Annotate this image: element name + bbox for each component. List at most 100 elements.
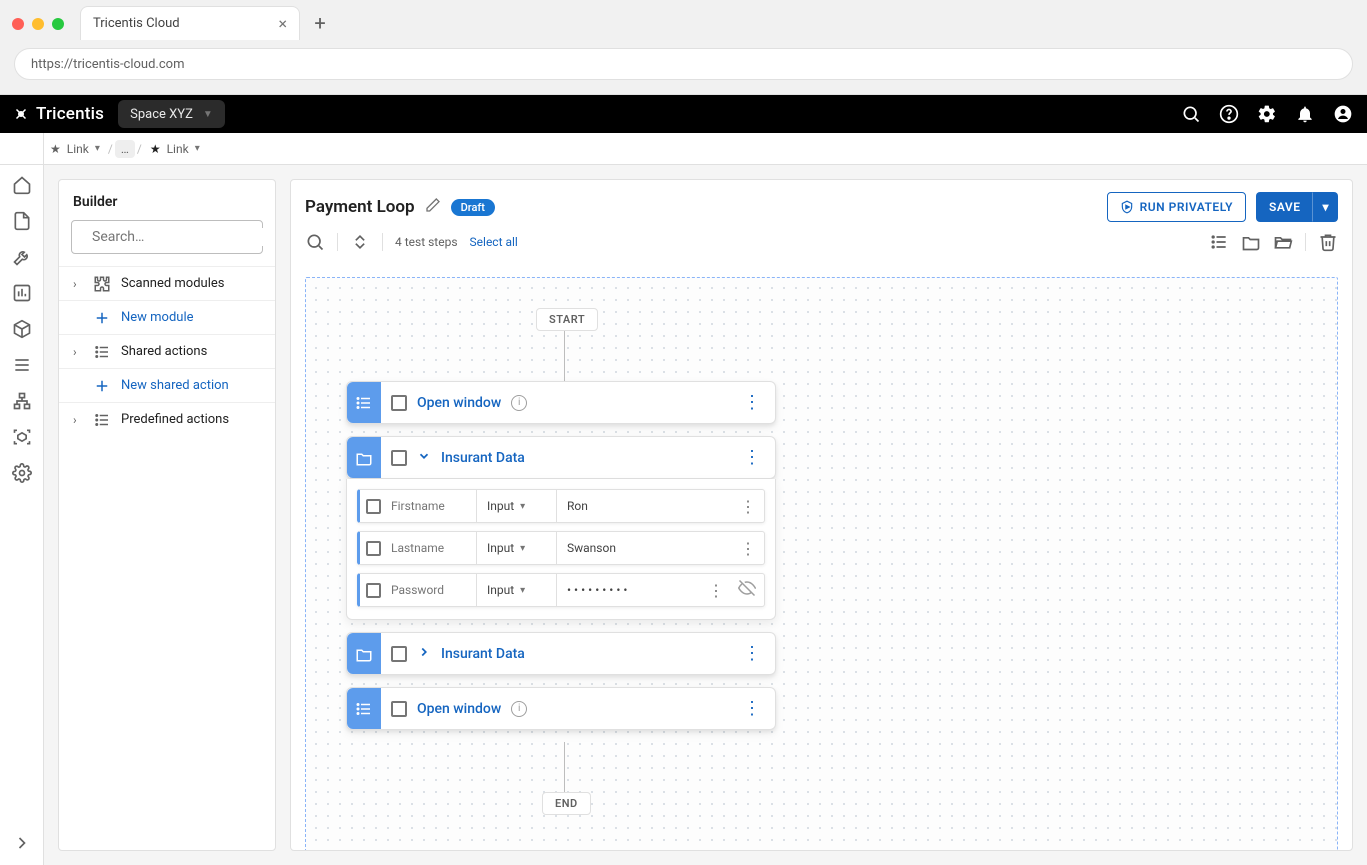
step-field-rows: Firstname Input▾ Ron ⋮ Lastname Input▾ S…	[346, 479, 776, 620]
space-picker-label: Space XYZ	[130, 107, 193, 122]
step-handle-folder-icon[interactable]	[347, 633, 381, 674]
toolbar-steps-icon[interactable]	[1209, 232, 1229, 252]
app-header: Tricentis Space XYZ ▼	[0, 95, 1367, 133]
address-bar[interactable]	[14, 48, 1353, 80]
rail-gear-icon[interactable]	[10, 461, 34, 485]
rail-document-icon[interactable]	[10, 209, 34, 233]
chevron-right-icon: ›	[73, 413, 83, 427]
rail-wrench-icon[interactable]	[10, 245, 34, 269]
info-icon[interactable]: i	[511, 395, 527, 411]
close-tab-icon[interactable]: ×	[278, 14, 287, 33]
brand-text: Tricentis	[36, 104, 104, 124]
minimize-window-dot[interactable]	[32, 18, 44, 30]
step-menu-icon[interactable]: ⋮	[739, 643, 765, 664]
step-checkbox[interactable]	[391, 646, 407, 662]
select-all-link[interactable]: Select all	[470, 235, 518, 249]
step-menu-icon[interactable]: ⋮	[739, 698, 765, 719]
step-label: Open window	[417, 395, 501, 411]
field-checkbox[interactable]	[366, 541, 381, 556]
step-checkbox[interactable]	[391, 701, 407, 717]
step-menu-icon[interactable]: ⋮	[739, 447, 765, 468]
rail-list-icon[interactable]	[10, 353, 34, 377]
builder-search-input[interactable]	[90, 228, 272, 246]
toolbar-delete-icon[interactable]	[1318, 232, 1338, 252]
shield-play-icon	[1120, 200, 1134, 214]
step-handle-icon[interactable]	[347, 382, 381, 423]
breadcrumb-link-1[interactable]: ★ Link ▾	[44, 142, 106, 156]
close-window-dot[interactable]	[12, 18, 24, 30]
browser-tab-active[interactable]: Tricentis Cloud ×	[80, 6, 300, 40]
builder-row-scanned-modules[interactable]: › Scanned modules	[59, 266, 275, 300]
chevron-down-icon: ▾	[195, 143, 200, 154]
flow-end-chip: END	[542, 792, 591, 815]
field-value-masked[interactable]: •••••••••	[567, 583, 698, 597]
rail-cube-icon[interactable]	[10, 317, 34, 341]
step-checkbox[interactable]	[391, 450, 407, 466]
field-value[interactable]: Ron	[567, 499, 730, 513]
field-type-select[interactable]: Input▾	[487, 532, 557, 564]
field-menu-icon[interactable]: ⋮	[740, 539, 756, 558]
field-checkbox[interactable]	[366, 499, 381, 514]
field-value[interactable]: Swanson	[567, 541, 730, 555]
notifications-icon[interactable]	[1293, 102, 1317, 126]
steps-count: 4 test steps	[395, 235, 458, 249]
new-tab-button[interactable]: +	[306, 9, 334, 37]
info-icon[interactable]: i	[511, 701, 527, 717]
save-button[interactable]: SAVE	[1256, 192, 1313, 222]
edit-title-icon[interactable]	[425, 197, 441, 217]
account-icon[interactable]	[1331, 102, 1355, 126]
chevron-down-icon[interactable]	[417, 449, 431, 467]
help-icon[interactable]	[1217, 102, 1241, 126]
space-picker[interactable]: Space XYZ ▼	[118, 100, 225, 128]
toolbar-expand-collapse-icon[interactable]	[350, 232, 370, 252]
toolbar-search-icon[interactable]	[305, 232, 325, 252]
builder-panel: Builder › Scanned modules New module ›	[58, 179, 276, 851]
builder-search[interactable]	[71, 220, 263, 254]
toolbar-folder-open-icon[interactable]	[1273, 232, 1293, 252]
save-caret-button[interactable]: ▾	[1313, 192, 1338, 222]
field-type-select[interactable]: Input▾	[487, 574, 557, 606]
flow-step-open-window-1[interactable]: Open window i ⋮	[346, 381, 776, 424]
chevron-right-icon[interactable]	[417, 645, 431, 663]
maximize-window-dot[interactable]	[52, 18, 64, 30]
step-handle-folder-icon[interactable]	[347, 437, 381, 478]
rail-expand-icon[interactable]	[10, 831, 34, 855]
builder-row-new-module[interactable]: New module	[59, 300, 275, 334]
field-menu-icon[interactable]: ⋮	[740, 497, 756, 516]
builder-row-new-shared-action[interactable]: New shared action	[59, 368, 275, 402]
rail-scan-cube-icon[interactable]	[10, 425, 34, 449]
breadcrumb-ellipsis[interactable]: …	[115, 140, 135, 158]
visibility-off-icon[interactable]	[738, 579, 756, 601]
field-checkbox[interactable]	[366, 583, 381, 598]
builder-row-shared-actions[interactable]: › Shared actions	[59, 334, 275, 368]
flow-step-insurant-data-collapsed[interactable]: Insurant Data ⋮	[346, 632, 776, 675]
field-menu-icon[interactable]: ⋮	[708, 581, 724, 600]
run-privately-button[interactable]: RUN PRIVATELY	[1107, 192, 1246, 222]
flow-step-insurant-data-expanded[interactable]: Insurant Data ⋮	[346, 436, 776, 479]
breadcrumb-link-2[interactable]: ★ Link ▾	[144, 142, 206, 156]
field-row-lastname[interactable]: Lastname Input▾ Swanson ⋮	[357, 531, 765, 565]
rail-home-icon[interactable]	[10, 173, 34, 197]
rail-chart-icon[interactable]	[10, 281, 34, 305]
rail-sitemap-icon[interactable]	[10, 389, 34, 413]
builder-row-predefined-actions[interactable]: › Predefined actions	[59, 402, 275, 436]
step-handle-icon[interactable]	[347, 688, 381, 729]
chevron-right-icon: ›	[73, 277, 83, 291]
step-menu-icon[interactable]: ⋮	[739, 392, 765, 413]
settings-gear-icon[interactable]	[1255, 102, 1279, 126]
star-filled-icon: ★	[150, 142, 161, 156]
window-controls	[8, 18, 74, 40]
search-icon[interactable]	[1179, 102, 1203, 126]
chevron-down-icon: ▾	[1322, 200, 1329, 214]
chevron-right-icon: ›	[73, 345, 83, 359]
field-row-firstname[interactable]: Firstname Input▾ Ron ⋮	[357, 489, 765, 523]
flow-canvas[interactable]: START Open window i ⋮	[305, 277, 1338, 850]
field-row-password[interactable]: Password Input▾ ••••••••• ⋮	[357, 573, 765, 607]
tab-title: Tricentis Cloud	[93, 16, 180, 31]
step-checkbox[interactable]	[391, 395, 407, 411]
toolbar-folder-icon[interactable]	[1241, 232, 1261, 252]
flow-step-open-window-2[interactable]: Open window i ⋮	[346, 687, 776, 730]
field-type-select[interactable]: Input▾	[487, 490, 557, 522]
brand: Tricentis	[12, 104, 104, 124]
list-steps-icon	[93, 411, 111, 429]
